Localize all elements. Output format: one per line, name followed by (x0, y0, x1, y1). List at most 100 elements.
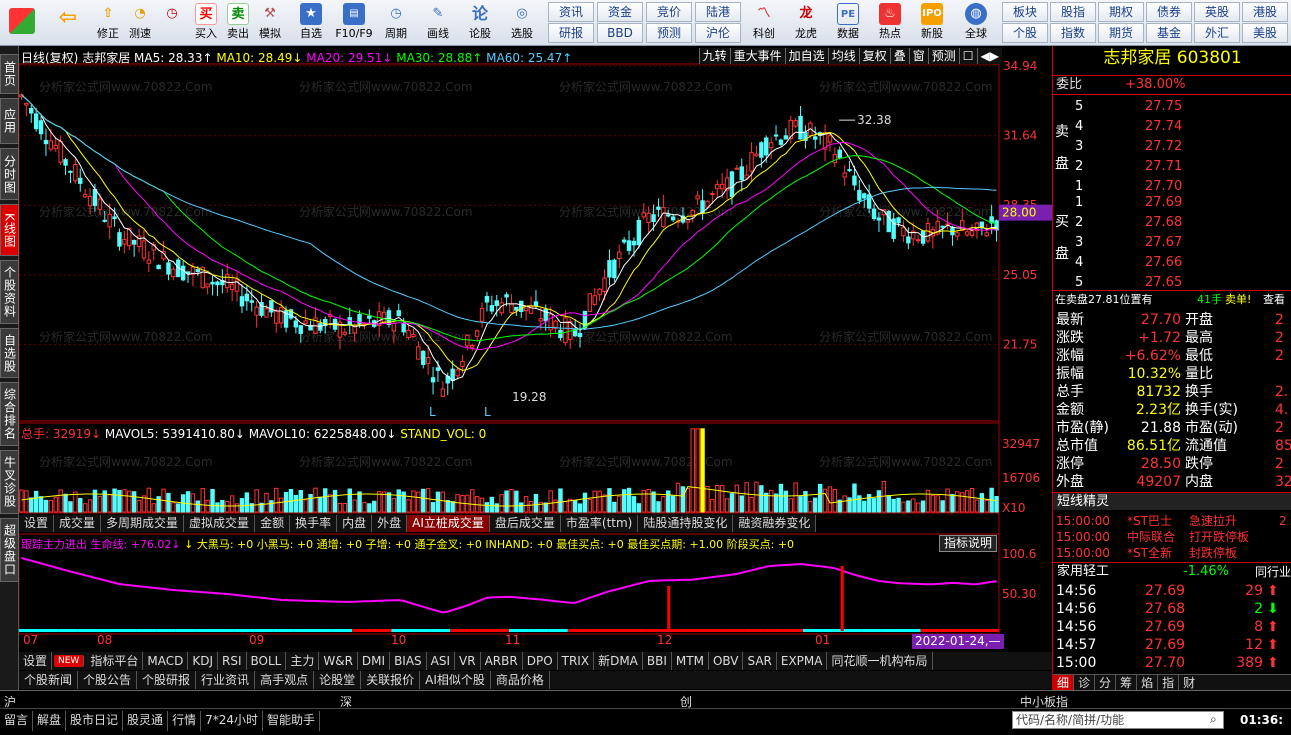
indicator-tab[interactable]: W&R (319, 652, 358, 670)
draw-line-button[interactable]: ✎ 画线 (420, 2, 456, 44)
simulate-button[interactable]: ⚒ 模拟 (254, 2, 286, 44)
indicator-tab[interactable]: ASI (427, 652, 456, 670)
order-row[interactable]: 3 27.67 (1053, 234, 1291, 252)
status-item[interactable]: 7*24小时 (201, 711, 263, 731)
grid-btn-3[interactable]: 陆港 (695, 2, 741, 22)
info-tab[interactable]: 个股研报 (137, 671, 197, 689)
sell-button[interactable]: 卖卖出 (222, 2, 254, 44)
vtab-12[interactable]: 融资融券变化 (733, 515, 817, 532)
discuss-button[interactable]: 论论股 (464, 2, 496, 44)
tab-ranking[interactable]: 综合排名 (0, 382, 19, 446)
indicator-tab[interactable]: DPO (523, 652, 558, 670)
vtab-9[interactable]: 盘后成交量 (490, 515, 561, 532)
info-tab[interactable]: 行业资讯 (196, 671, 256, 689)
tab-watchlist[interactable]: 自选股 (0, 328, 19, 378)
tab-home[interactable]: 首页 (0, 54, 19, 94)
indicator-tab[interactable]: BOLL (247, 652, 287, 670)
btn-jiuzhuan[interactable]: 九转 (698, 48, 730, 64)
info-tab[interactable]: 个股公告 (78, 671, 138, 689)
grid-btn-8[interactable]: 板块 (1002, 2, 1048, 22)
indicator-tab[interactable]: 新DMA (594, 652, 643, 670)
grid-btn-5[interactable]: BBD (597, 23, 643, 43)
status-item[interactable]: 股市日记 (66, 711, 124, 731)
grid-btn-2[interactable]: 竞价 (646, 2, 692, 22)
indicator-tab[interactable]: 同花顺一机构布局 (827, 652, 933, 670)
kline-chart-svg[interactable]: 34.9431.6428.3525.0521.75分析家公式网www.70822… (19, 46, 1052, 656)
tab-apps[interactable]: 应用 (0, 98, 19, 144)
market-sh[interactable]: 沪 (4, 693, 16, 710)
cycle-button[interactable]: ◷ 周期 (378, 2, 414, 44)
data-button[interactable]: PE 数据 (830, 2, 866, 44)
vtab-8[interactable]: AI立桩成交量 (407, 515, 490, 532)
btn-lock[interactable]: ☐ (958, 48, 977, 64)
ipo-button[interactable]: IPO 新股 (914, 2, 950, 44)
tab-intraday[interactable]: 分时图 (0, 148, 19, 200)
indicator-tab[interactable]: 指标平台 (86, 652, 144, 670)
info-tab[interactable]: 商品价格 (491, 671, 550, 689)
grid-btn-10[interactable]: 期权 (1098, 2, 1144, 22)
grid-btn-11[interactable]: 债券 (1146, 2, 1192, 22)
hot-button[interactable]: ♨ 热点 (872, 2, 908, 44)
order-row[interactable]: 2 27.68 (1053, 214, 1291, 232)
tab-kline[interactable]: K线图 (0, 204, 19, 256)
f10-button[interactable]: ▤ F10/F9 (334, 2, 374, 44)
btn-toggle-panel[interactable]: ◀▶ (976, 48, 1002, 64)
check-link[interactable]: 查看 (1263, 291, 1285, 309)
back-button[interactable]: ⇦ (52, 2, 84, 44)
indicator-tab[interactable]: RSI (218, 652, 247, 670)
grid-btn-4[interactable]: 研报 (548, 23, 594, 43)
grid-btn-0[interactable]: 资讯 (548, 2, 594, 22)
status-item[interactable]: 股灵通 (123, 711, 169, 731)
dragon-tiger-button[interactable]: 龙龙虎 (788, 2, 824, 44)
grid-btn-6[interactable]: 预测 (646, 23, 692, 43)
market-gem[interactable]: 创 (680, 693, 692, 710)
sprite-title[interactable]: 短线精灵 (1057, 493, 1109, 511)
search-icon[interactable]: ⌕ (1210, 712, 1217, 727)
order-row[interactable]: 1 27.69 (1053, 194, 1291, 212)
grid-btn-17[interactable]: 基金 (1146, 23, 1192, 43)
watchlist-button[interactable]: ★ 自选 (292, 2, 330, 44)
grid-btn-9[interactable]: 股指 (1050, 2, 1096, 22)
rtab-flame[interactable]: 焰 (1136, 675, 1157, 691)
btn-ma[interactable]: 均线 (827, 48, 859, 64)
indicator-tab[interactable]: MACD (143, 652, 189, 670)
vtab-0[interactable]: 设置 (19, 515, 55, 532)
info-tab[interactable]: 关联报价 (361, 671, 421, 689)
status-item[interactable]: 解盘 (33, 711, 67, 731)
new-badge[interactable]: NEW (54, 655, 85, 667)
indicator-tab[interactable]: MTM (672, 652, 709, 670)
tab-diagnosis[interactable]: 牛叉诊股 (0, 450, 19, 514)
vtab-5[interactable]: 换手率 (290, 515, 338, 532)
tab-stock-profile[interactable]: 个股资料 (0, 260, 19, 324)
grid-btn-12[interactable]: 英股 (1194, 2, 1240, 22)
rtab-detail[interactable]: 细 (1053, 675, 1074, 691)
order-row[interactable]: 3 27.72 (1053, 138, 1291, 156)
speed-test-button[interactable]: ◔ 测速 (124, 2, 156, 44)
indicator-tab[interactable]: VR (455, 652, 481, 670)
status-item[interactable]: 留言 (0, 711, 34, 731)
indicator-tab[interactable]: DMI (358, 652, 391, 670)
rtab-chips[interactable]: 筹 (1115, 675, 1136, 691)
btn-overlay[interactable]: 叠 (889, 48, 909, 64)
home-logo-button[interactable] (6, 2, 38, 44)
info-tab[interactable]: 高手观点 (255, 671, 315, 689)
status-item[interactable]: 智能助手 (263, 711, 320, 731)
order-row[interactable]: 2 27.71 (1053, 158, 1291, 176)
btn-adjust[interactable]: 复权 (858, 48, 890, 64)
status-item[interactable]: 行情 (168, 711, 202, 731)
btn-window[interactable]: 窗 (908, 48, 928, 64)
indicator-tab[interactable]: ARBR (481, 652, 523, 670)
industry-name[interactable]: 家用轻工 (1057, 563, 1109, 581)
grid-btn-1[interactable]: 资金 (597, 2, 643, 22)
vtab-4[interactable]: 金额 (255, 515, 291, 532)
grid-btn-19[interactable]: 美股 (1242, 23, 1288, 43)
indicator-tab[interactable]: EXPMA (777, 652, 828, 670)
clock-button[interactable]: ◷ (156, 2, 188, 44)
sprite-row[interactable]: 15:00:00 *ST全新 封跌停板 (1053, 544, 1291, 562)
grid-btn-15[interactable]: 指数 (1050, 23, 1096, 43)
buy-button[interactable]: 买买入 (190, 2, 222, 44)
order-row[interactable]: 4 27.74 (1053, 118, 1291, 136)
indicator-tab[interactable]: 设置 (19, 652, 53, 670)
indicator-tab[interactable]: KDJ (188, 652, 218, 670)
grid-btn-14[interactable]: 个股 (1002, 23, 1048, 43)
